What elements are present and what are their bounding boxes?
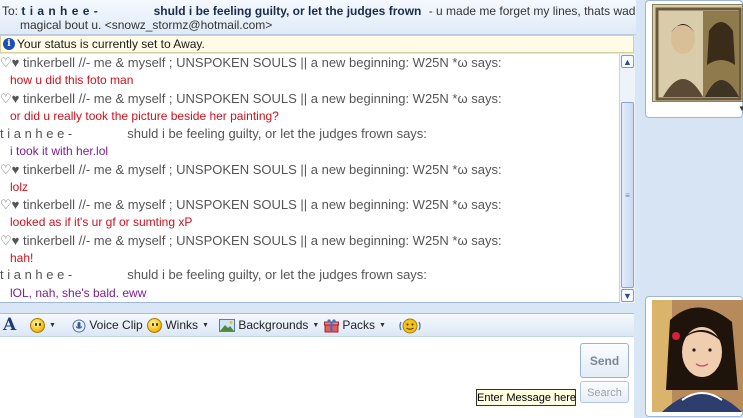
voice-clip-label: Voice Clip — [89, 318, 143, 332]
message-toolbar: ▼ Voice Clip Winks ▼ Backgrounds ▼ Packs ▼ — [0, 313, 634, 337]
packs-label: Packs — [342, 318, 376, 332]
gift-icon — [324, 319, 339, 333]
message-text: or did u really took the picture beside … — [10, 109, 279, 123]
scroll-thumb[interactable]: ≡ — [621, 102, 634, 288]
input-tooltip: Enter Message here — [476, 389, 576, 406]
message-sender: ♡♥ tinkerbell //- me & myself ; UNSPOKEN… — [0, 233, 502, 248]
message-sender: t i a n h e e - shuld i be feeling guilty… — [0, 126, 427, 141]
scroll-up-button[interactable]: ▲ — [621, 55, 634, 68]
winks-label: Winks — [165, 318, 199, 332]
sender-psm: shuld i be feeling guilty, or let the ju… — [127, 126, 427, 141]
conversation-scrollbar[interactable]: ▲ ≡ ▼ — [619, 54, 635, 303]
status-info-bar[interactable]: i Your status is currently set to Away. — [0, 35, 634, 53]
message-sender: ♡♥ tinkerbell //- me & myself ; UNSPOKEN… — [0, 91, 502, 106]
message-text: hah! — [10, 251, 34, 265]
contact-personal-message-tail: - u made me forget my lines, thats wad — [428, 4, 636, 18]
chevron-down-icon[interactable]: ▼ — [738, 104, 743, 113]
font-button[interactable]: A — [3, 315, 16, 335]
info-icon: i — [3, 38, 15, 50]
send-button[interactable]: Send — [580, 343, 629, 378]
contact-personal-message: shuld i be feeling guilty, or let the ju… — [153, 4, 422, 18]
message-text: lolz — [10, 180, 29, 194]
packs-button[interactable]: Packs ▼ — [324, 316, 386, 334]
backgrounds-label: Backgrounds — [238, 318, 309, 332]
message-text: how u did this foto man — [10, 73, 134, 87]
message-sender: ♡♥ tinkerbell //- me & myself ; UNSPOKEN… — [0, 162, 502, 177]
conversation-history[interactable]: ♡♥ tinkerbell //- me & myself ; UNSPOKEN… — [0, 54, 619, 303]
my-display-picture[interactable] — [652, 300, 743, 412]
chevron-down-icon: ▼ — [49, 321, 56, 329]
microphone-icon — [72, 319, 86, 333]
message-text: lOL, nah, she's bald. eww — [10, 286, 147, 300]
message-sender: ♡♥ tinkerbell //- me & myself ; UNSPOKEN… — [0, 197, 502, 212]
to-label: To: — [2, 4, 19, 18]
message-text: i took it with her.lol — [10, 144, 109, 158]
chevron-down-icon: ▼ — [379, 321, 386, 329]
contact-email-line: magical bout u. <snowz_stormz@hotmail.co… — [20, 18, 273, 32]
my-photo-image — [652, 300, 743, 412]
wink-icon — [147, 318, 162, 334]
message-sender: t i a n h e e - shuld i be feeling guilty… — [0, 267, 427, 282]
games-icon — [399, 318, 421, 334]
search-button[interactable]: Search — [580, 381, 629, 403]
emoticon-icon — [30, 318, 45, 334]
scroll-down-button[interactable]: ▼ — [621, 289, 634, 302]
voice-clip-button[interactable]: Voice Clip — [72, 316, 143, 334]
message-text: looked as if it's ur gf or sumting xP — [10, 215, 193, 229]
emoticon-button[interactable]: ▼ — [30, 316, 56, 334]
games-button[interactable] — [399, 316, 421, 334]
winks-button[interactable]: Winks ▼ — [147, 316, 209, 334]
backgrounds-button[interactable]: Backgrounds ▼ — [219, 316, 319, 334]
background-image-icon — [219, 319, 235, 333]
chevron-down-icon: ▼ — [202, 321, 209, 329]
sender-nick: t i a n h e e - — [0, 267, 73, 282]
contact-nickname[interactable]: t i a n h e e - — [21, 4, 98, 18]
sender-psm: shuld i be feeling guilty, or let the ju… — [127, 267, 427, 282]
contact-display-picture[interactable] — [652, 4, 743, 102]
sender-nick: t i a n h e e - — [0, 126, 73, 141]
message-sender: ♡♥ tinkerbell //- me & myself ; UNSPOKEN… — [0, 55, 502, 70]
contact-photo-image — [653, 5, 742, 101]
contact-header: To: t i a n h e e - shuld i be feeling g… — [2, 4, 635, 18]
chevron-down-icon: ▼ — [312, 321, 320, 329]
status-text: Your status is currently set to Away. — [17, 37, 205, 51]
